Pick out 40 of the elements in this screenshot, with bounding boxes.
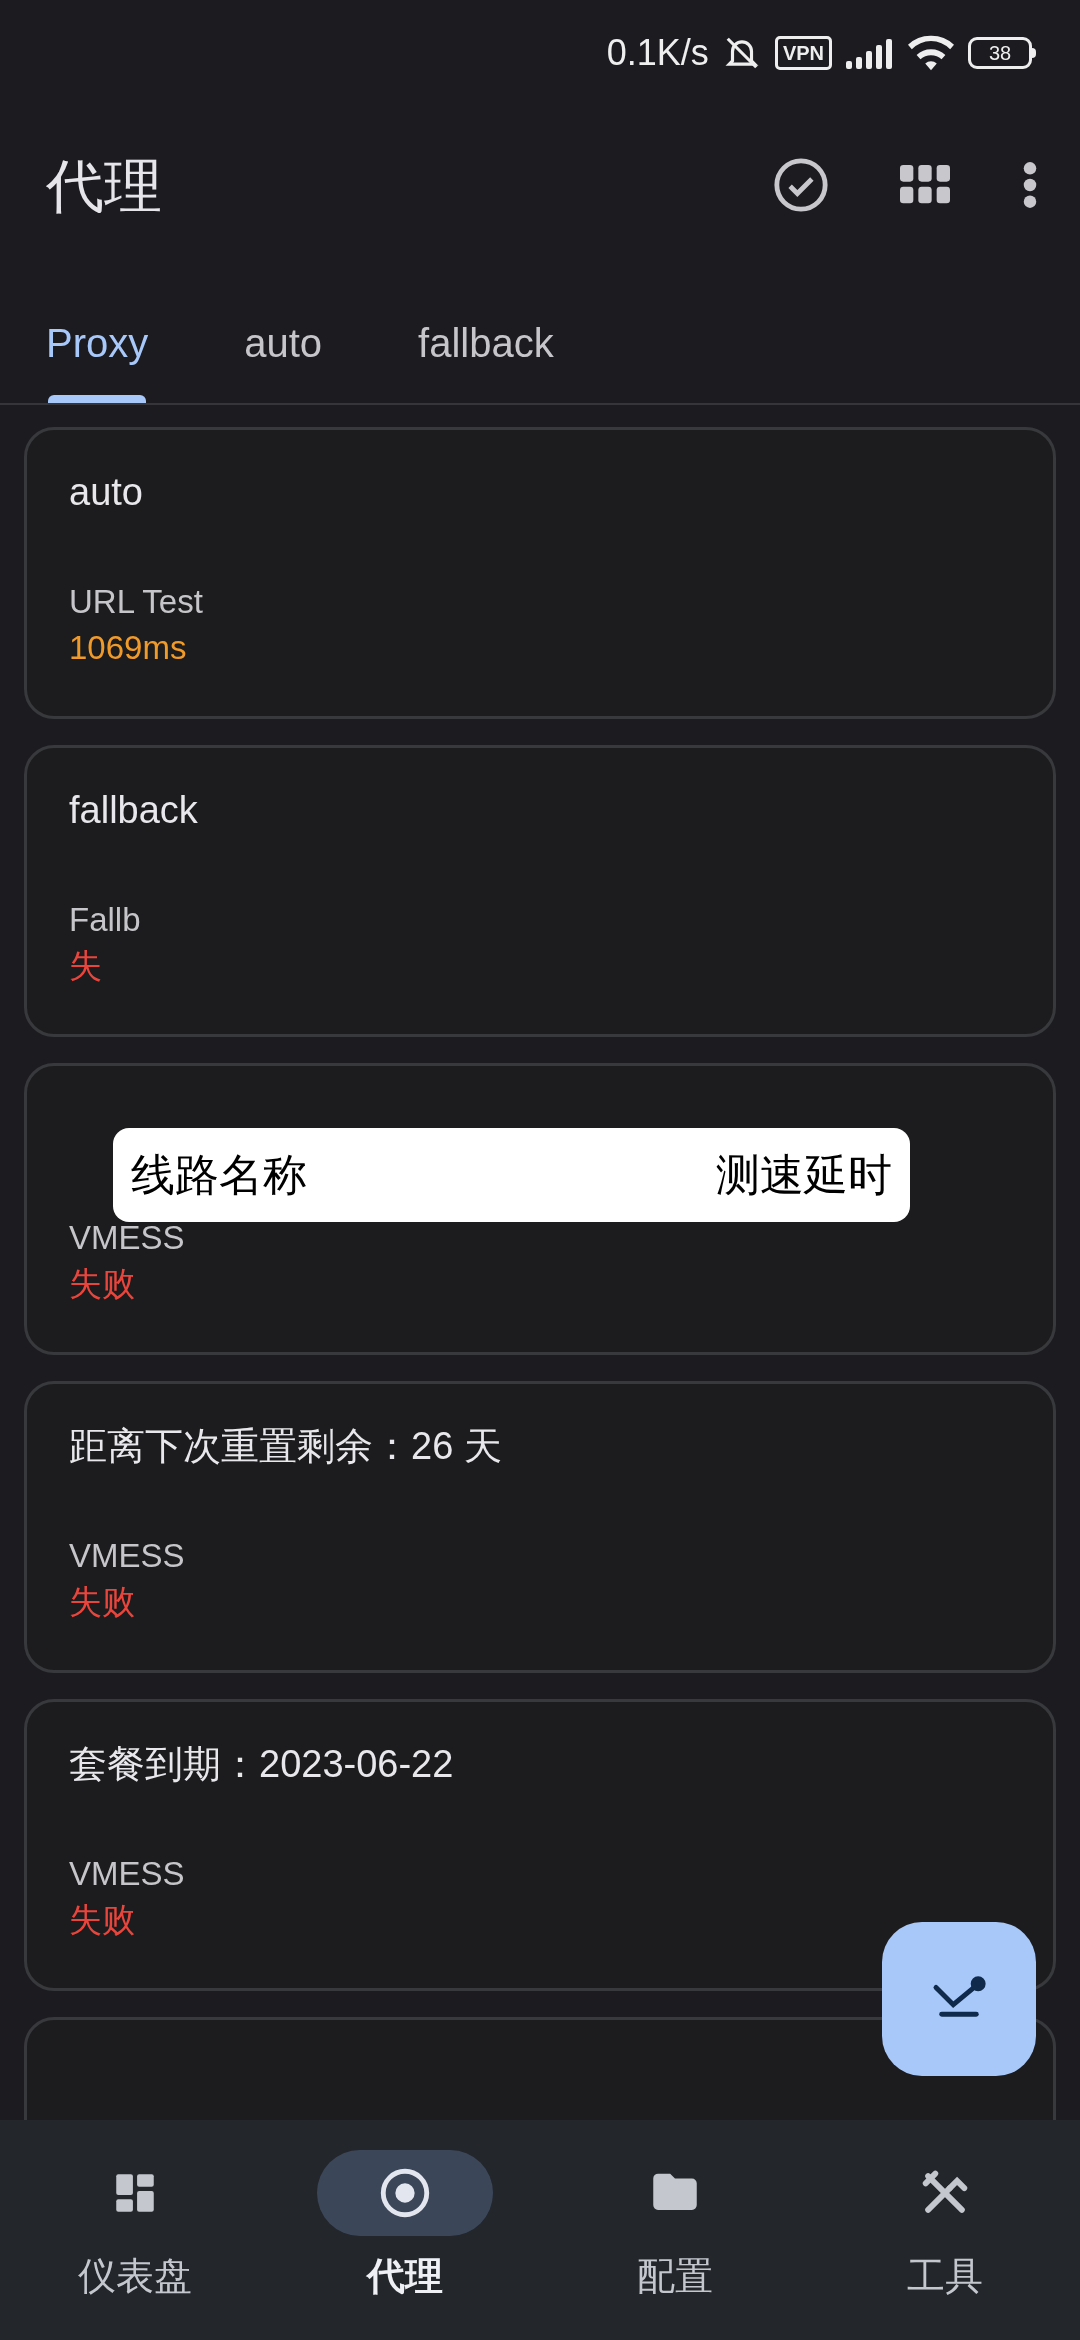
delay-value: 失败 xyxy=(69,1900,135,1940)
group-name: auto xyxy=(69,471,143,513)
vpn-badge: VPN xyxy=(774,35,832,70)
tab[interactable]: Proxy xyxy=(46,273,149,403)
group-type: VMESS xyxy=(69,1218,185,1258)
tab[interactable]: auto xyxy=(244,273,323,403)
network-speed: 0.1K/s xyxy=(606,30,709,75)
nav-item[interactable]: 仪表盘 xyxy=(0,2150,270,2340)
group-name: 距离下次重置剩余：26 天 xyxy=(69,1425,502,1467)
wifi-icon xyxy=(908,34,954,71)
nav-item[interactable]: 配置 xyxy=(540,2150,810,2340)
proxy-group-card[interactable]: 套餐到期：2023-06-22 VMESS 失败 xyxy=(24,1699,1056,1991)
group-type: Fallb xyxy=(69,900,141,940)
nav-label: 仪表盘 xyxy=(78,2254,192,2299)
delay-value: 1069ms xyxy=(69,628,187,668)
page-title: 代理 xyxy=(46,151,163,220)
group-type: URL Test xyxy=(69,582,203,622)
proxy-group-card[interactable]: auto URL Test 1069ms xyxy=(24,427,1056,719)
scroll-down-button[interactable] xyxy=(882,1922,1036,2076)
label-text: 线路名称 xyxy=(131,1149,307,1201)
nav-label: 工具 xyxy=(907,2254,983,2299)
nav-label: 配置 xyxy=(637,2254,713,2299)
delay-value: 失败 xyxy=(69,1582,135,1622)
group-type: VMESS xyxy=(69,1854,185,1894)
battery-level: 38 xyxy=(988,42,1012,63)
check-circle-icon[interactable] xyxy=(772,156,830,214)
signal-icon xyxy=(846,36,894,69)
nav-label: 代理 xyxy=(367,2254,443,2299)
proxy-group-card[interactable]: 距离下次重置剩余：26 天 VMESS 失败 xyxy=(24,1381,1056,1673)
proxy-group-card[interactable]: fallback Fallb 失 xyxy=(24,745,1056,1037)
delay-value: 失 xyxy=(69,946,102,986)
label-text: 测速延时 xyxy=(716,1149,892,1201)
grid-icon[interactable] xyxy=(900,165,950,205)
group-name: 套餐到期：2023-06-22 xyxy=(69,1743,454,1785)
nav-item[interactable]: 工具 xyxy=(810,2150,1080,2340)
tab[interactable]: fallback xyxy=(418,273,554,403)
delay-value: 失败 xyxy=(69,1264,135,1304)
nav-item[interactable]: 代理 xyxy=(270,2150,540,2340)
group-name: fallback xyxy=(69,789,198,831)
group-type: VMESS xyxy=(69,1536,185,1576)
